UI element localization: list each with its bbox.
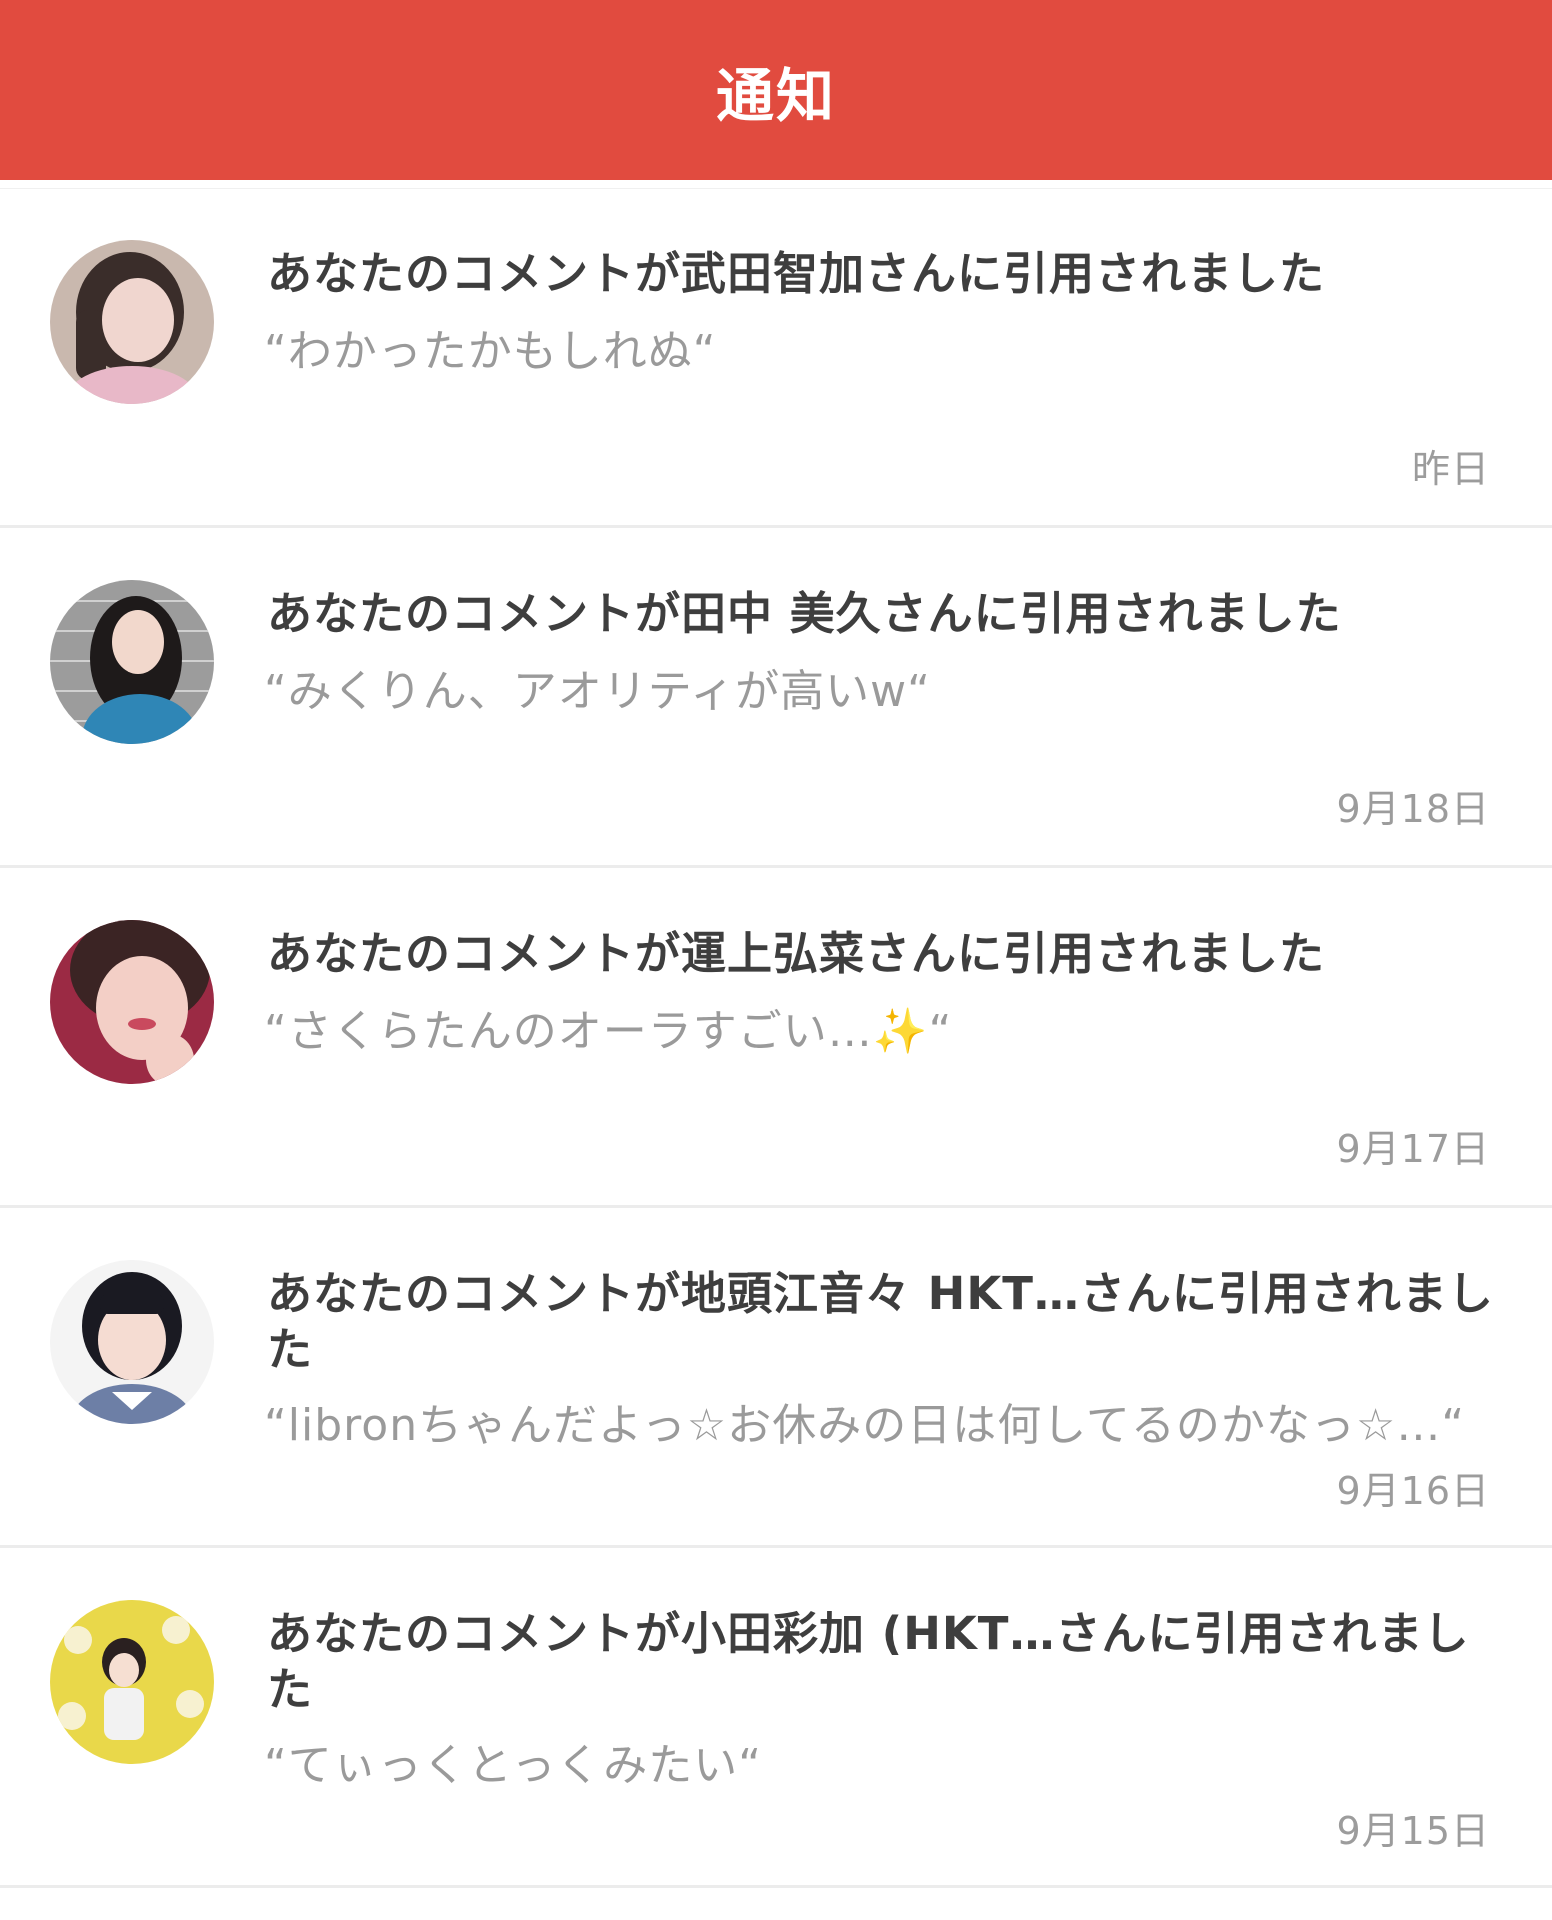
- avatar[interactable]: [50, 1260, 214, 1424]
- avatar[interactable]: [50, 240, 214, 404]
- notification-item[interactable]: あなたのコメントが田中 美久さんに引用されました “みくりん、アオリティが高いw…: [0, 528, 1552, 868]
- page-title: 通知: [715, 62, 836, 130]
- notification-item[interactable]: あなたのコメントが武田智加さんに引用されました “わかったかもしれぬ“ 昨日: [0, 188, 1552, 528]
- notification-title: あなたのコメントが運上弘菜さんに引用されました: [267, 927, 1326, 980]
- profile-photo-icon: [50, 1260, 214, 1424]
- notification-item[interactable]: あなたのコメントが小田彩加 (HKT…さんに引用されました “てぃっくとっくみた…: [0, 1548, 1552, 1888]
- quoted-comment: “みくりん、アオリティが高いw“: [264, 666, 931, 717]
- notification-title: あなたのコメントが地頭江音々 HKT…さんに引用されました: [267, 1267, 1494, 1376]
- notification-title: あなたのコメントが武田智加さんに引用されました: [267, 247, 1326, 300]
- app-header: 通知: [0, 0, 1552, 180]
- avatar[interactable]: [50, 580, 214, 744]
- notification-date: 9月16日: [1336, 1469, 1490, 1513]
- notification-date: 9月18日: [1336, 787, 1490, 831]
- profile-photo-icon: [50, 580, 214, 744]
- notification-list: あなたのコメントが武田智加さんに引用されました “わかったかもしれぬ“ 昨日 あ…: [0, 188, 1552, 1888]
- profile-photo-icon: [50, 920, 214, 1084]
- notification-date: 昨日: [1411, 447, 1490, 491]
- quoted-comment: “libronちゃんだよっ☆お休みの日は何してるのかなっ☆…“: [264, 1400, 1466, 1451]
- profile-photo-icon: [50, 1600, 214, 1764]
- notification-title: あなたのコメントが小田彩加 (HKT…さんに引用されました: [267, 1607, 1470, 1716]
- notification-date: 9月17日: [1336, 1127, 1490, 1171]
- avatar[interactable]: [50, 1600, 214, 1764]
- quoted-comment: “てぃっくとっくみたい“: [264, 1740, 763, 1791]
- quoted-comment: “わかったかもしれぬ“: [264, 326, 717, 377]
- quoted-comment: “さくらたんのオーラすごい…✨“: [264, 1006, 953, 1057]
- notification-date: 9月15日: [1336, 1809, 1490, 1853]
- notification-item[interactable]: あなたのコメントが運上弘菜さんに引用されました “さくらたんのオーラすごい…✨“…: [0, 868, 1552, 1208]
- avatar[interactable]: [50, 920, 214, 1084]
- notification-title: あなたのコメントが田中 美久さんに引用されました: [267, 587, 1342, 640]
- notification-item[interactable]: あなたのコメントが地頭江音々 HKT…さんに引用されました “libronちゃん…: [0, 1208, 1552, 1548]
- profile-photo-icon: [50, 240, 214, 404]
